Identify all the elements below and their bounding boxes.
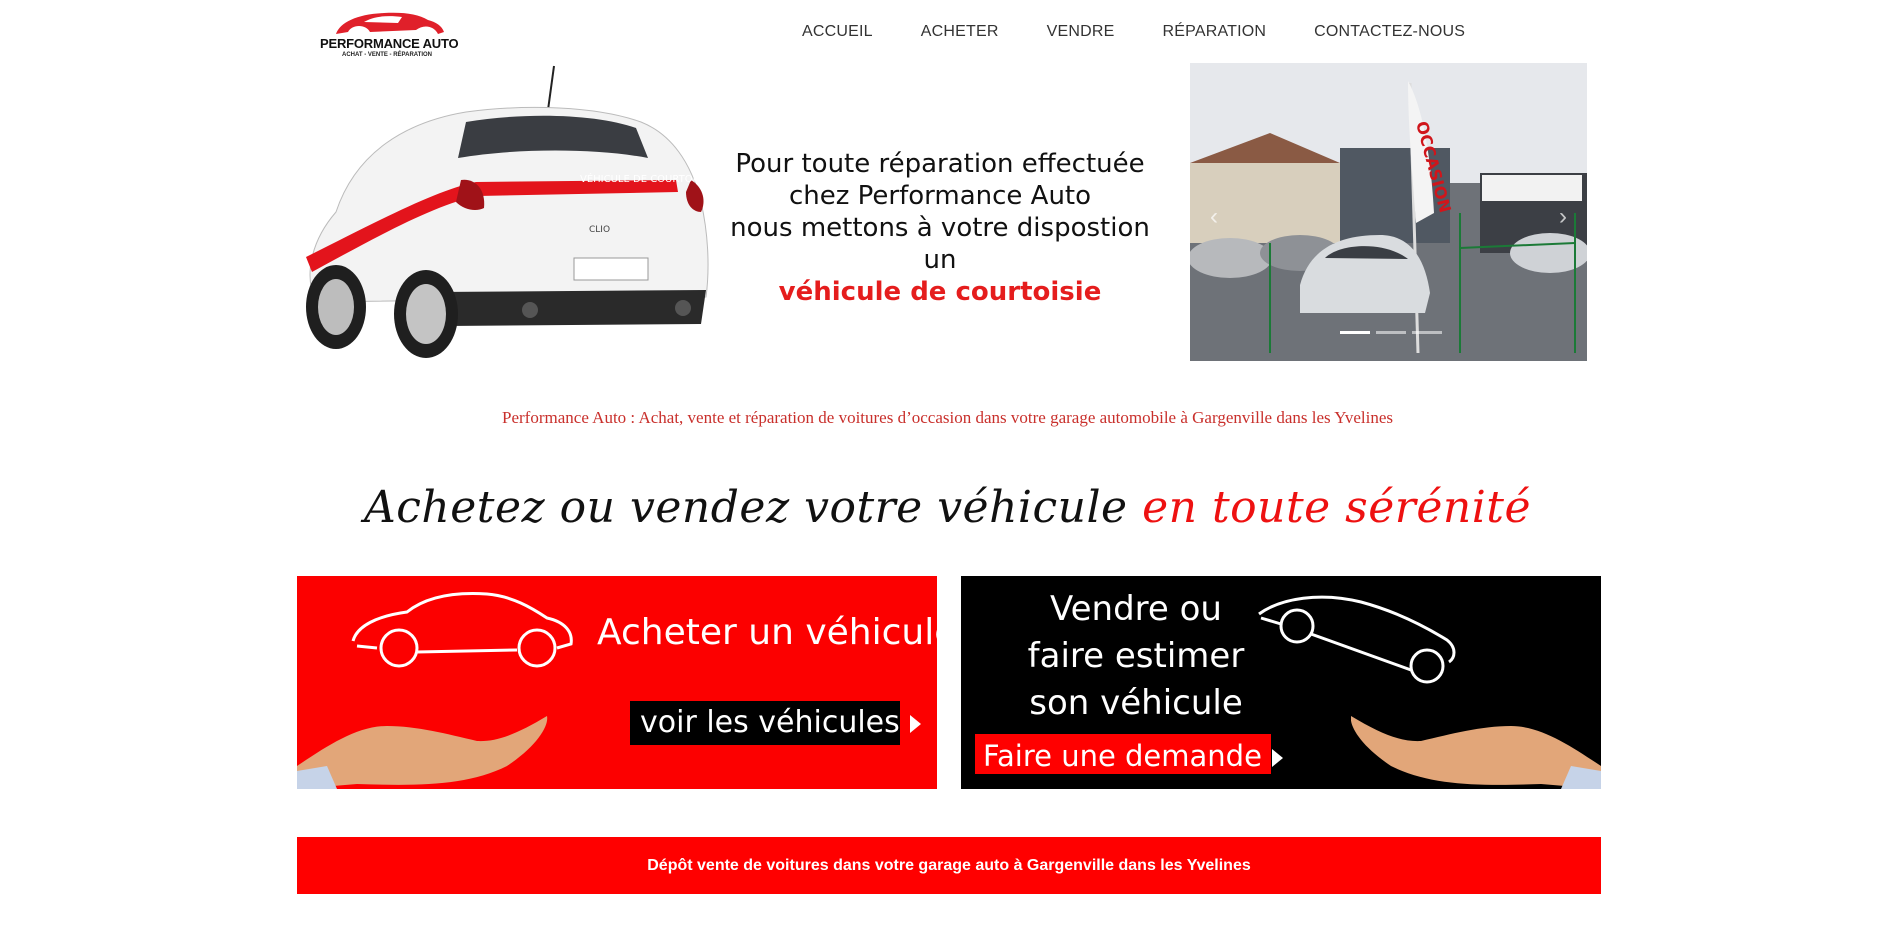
nav-reparation[interactable]: RÉPARATION (1163, 18, 1267, 46)
sell-panel-title: Vendre ou faire estimer son véhicule (1011, 586, 1261, 727)
logo-subtitle: ACHAT - VENTE - RÉPARATION (342, 52, 432, 58)
sell-title-line-3: son véhicule (1029, 683, 1243, 723)
sell-title-line-1: Vendre ou (1050, 589, 1222, 629)
request-estimate-label: Faire une demande (983, 739, 1262, 773)
hero-line-2: chez Performance Auto (788, 181, 1092, 211)
car-decal-text: VÉHICULE DE COURTOISIE (580, 172, 711, 185)
main-nav: ACCUEIL ACHETER VENDRE RÉPARATION CONTAC… (780, 18, 1513, 46)
request-estimate-button[interactable]: Faire une demande (973, 732, 1283, 776)
slider-dot-1[interactable] (1340, 331, 1370, 334)
courtesy-car-image: VÉHICULE DE COURTOISIE CLIO (296, 62, 724, 362)
view-vehicles-button[interactable]: voir les véhicules (630, 701, 921, 745)
buy-vehicle-panel[interactable]: Acheter un véhicule voir les véhicules (297, 576, 937, 789)
slider-next-icon[interactable]: › (1559, 203, 1567, 231)
hero-line-3: nous mettons à votre dispostion un (730, 213, 1150, 275)
section-heading: Achetez ou vendez votre véhicule en tout… (0, 482, 1895, 533)
heading-part-1: Achetez ou vendez votre véhicule (364, 482, 1128, 533)
nav-vendre[interactable]: VENDRE (1047, 18, 1115, 46)
slider-dots (1340, 331, 1442, 334)
nav-accueil[interactable]: ACCUEIL (802, 18, 873, 46)
courtesy-car-message: Pour toute réparation effectuée chez Per… (720, 148, 1160, 308)
heading-part-2: en toute sérénité (1142, 482, 1531, 533)
sell-vehicle-panel[interactable]: Vendre ou faire estimer son véhicule Fai… (961, 576, 1601, 789)
slider-dot-3[interactable] (1412, 331, 1442, 334)
view-vehicles-label: voir les véhicules (640, 705, 900, 740)
site-logo[interactable]: PERFORMANCE AUTO ACHAT - VENTE - RÉPARAT… (318, 8, 459, 60)
slider-dot-2[interactable] (1376, 331, 1406, 334)
site-tagline: Performance Auto : Achat, vente et répar… (502, 408, 1393, 427)
garage-photo: OCCASION (1190, 63, 1587, 361)
sell-title-line-2: faire estimer (1027, 636, 1245, 676)
play-arrow-icon (1271, 749, 1283, 767)
open-hand-icon (1351, 716, 1601, 789)
slider-prev-icon[interactable]: ‹ (1210, 203, 1218, 231)
consignment-banner: Dépôt vente de voitures dans votre garag… (297, 837, 1601, 894)
car-outline-icon (351, 592, 573, 668)
nav-contactez-nous[interactable]: CONTACTEZ-NOUS (1314, 18, 1465, 46)
logo-title: PERFORMANCE AUTO (320, 36, 459, 51)
open-hand-icon (297, 716, 548, 789)
hero-line-1: Pour toute réparation effectuée (735, 149, 1145, 179)
play-arrow-icon (909, 714, 921, 733)
garage-photo-slider[interactable]: OCCASION ‹ › (1190, 63, 1587, 361)
car-model-text: CLIO (589, 225, 610, 235)
hero-line-4: véhicule de courtoisie (778, 277, 1102, 307)
buy-panel-title: Acheter un véhicule (597, 612, 937, 653)
car-outline-icon (1258, 595, 1456, 684)
nav-acheter[interactable]: ACHETER (921, 18, 999, 46)
car-logo-icon (336, 12, 444, 34)
